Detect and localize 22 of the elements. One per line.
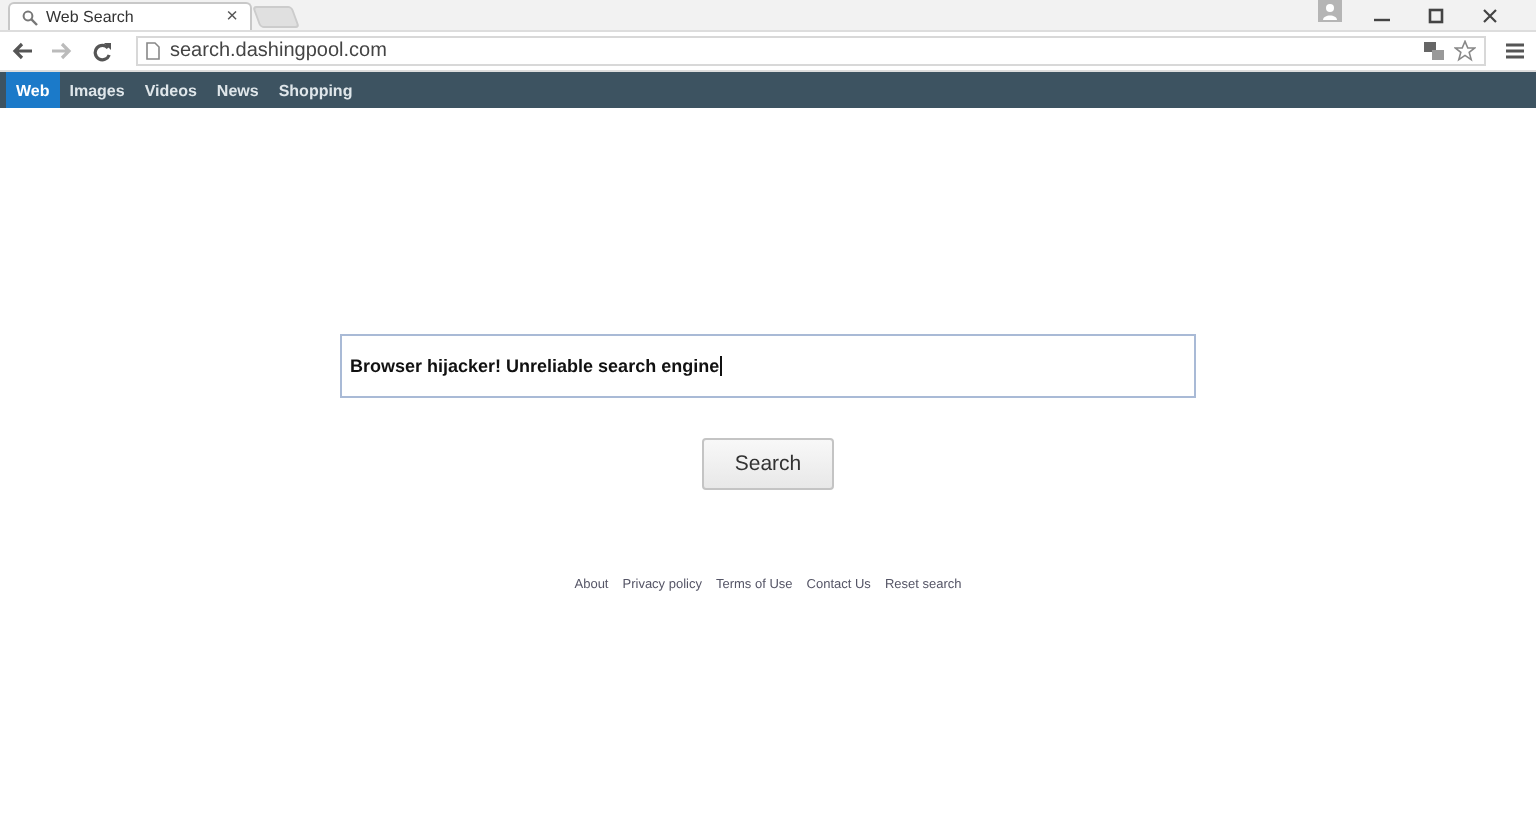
tab-close-button[interactable]: × bbox=[226, 7, 238, 27]
star-icon[interactable] bbox=[1454, 40, 1476, 62]
nav-tab[interactable]: Web bbox=[6, 72, 60, 108]
back-arrow-icon[interactable] bbox=[12, 42, 32, 60]
search-icon bbox=[22, 9, 38, 25]
nav-tab[interactable]: Shopping bbox=[268, 72, 363, 108]
search-field[interactable]: Browser hijacker! Unreliable search engine bbox=[340, 334, 1196, 398]
menu-icon[interactable] bbox=[1506, 42, 1524, 60]
reload-icon[interactable] bbox=[92, 41, 112, 61]
nav-tab[interactable]: Videos bbox=[134, 72, 207, 108]
nav-tab[interactable]: Images bbox=[59, 72, 135, 108]
nav-tab[interactable]: News bbox=[206, 72, 269, 108]
address-bar[interactable]: search.dashingpool.com bbox=[136, 36, 1486, 66]
page-icon bbox=[146, 42, 160, 60]
tab-title: Web Search bbox=[46, 8, 136, 26]
text-cursor bbox=[719, 356, 722, 376]
search-button[interactable]: Search bbox=[702, 438, 834, 490]
translate-icon[interactable] bbox=[1424, 42, 1444, 60]
close-icon[interactable] bbox=[1482, 7, 1498, 23]
browser-tab[interactable]: Web Search × bbox=[8, 2, 252, 30]
restore-icon[interactable] bbox=[1428, 7, 1444, 23]
url-text: search.dashingpool.com bbox=[170, 40, 387, 62]
